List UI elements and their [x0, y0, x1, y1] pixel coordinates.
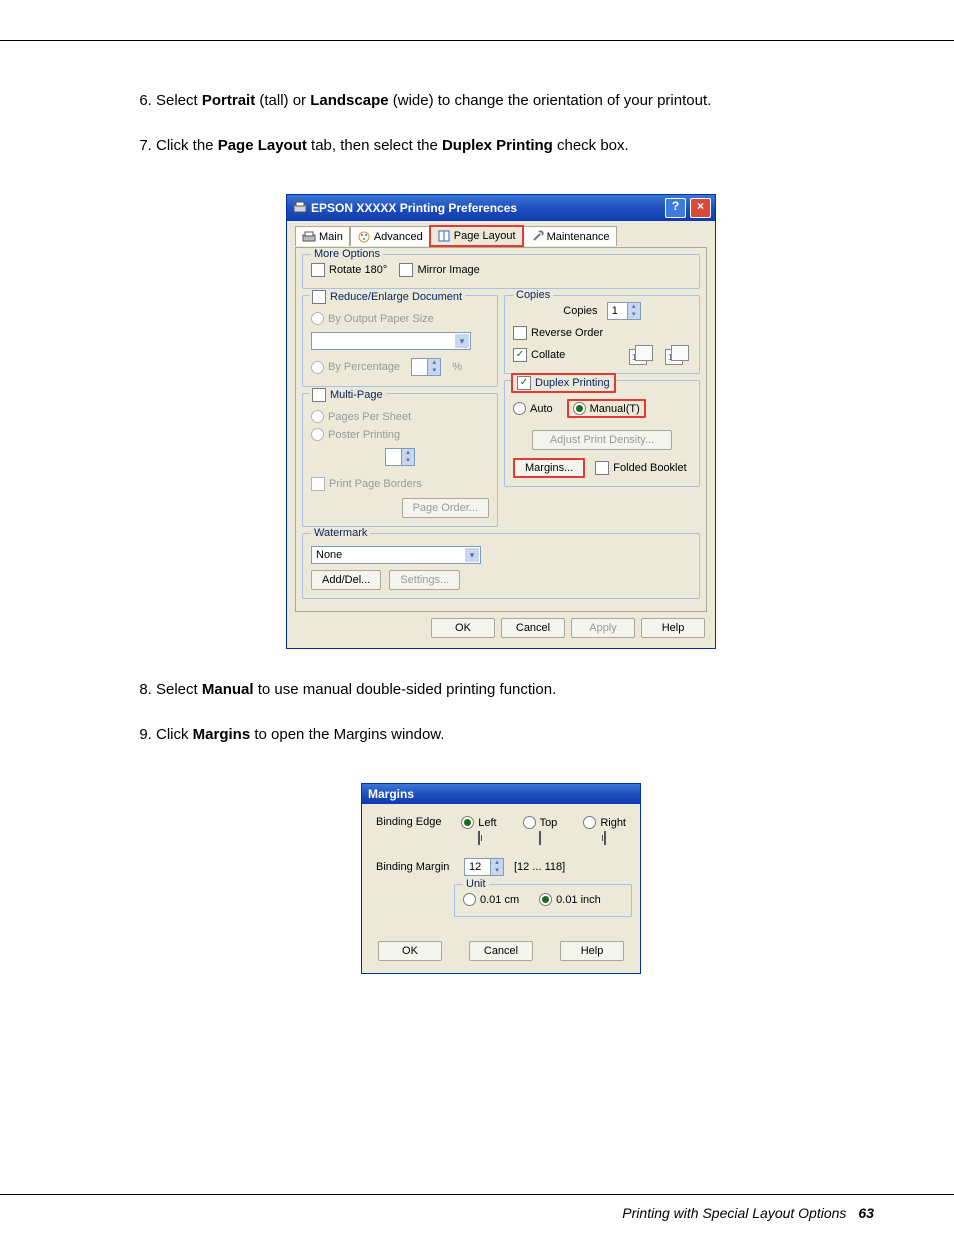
radio-icon	[523, 816, 536, 829]
close-titlebar-button[interactable]: ×	[690, 198, 711, 218]
titlebar[interactable]: Margins	[362, 784, 640, 804]
pages-per-sheet-radio[interactable]: Pages Per Sheet	[311, 410, 411, 423]
ok-button[interactable]: OK	[378, 941, 442, 961]
checkbox-icon	[595, 461, 609, 475]
watermark-combo[interactable]: None ▾	[311, 546, 481, 564]
titlebar[interactable]: EPSON XXXXX Printing Preferences ? ×	[287, 195, 715, 221]
title-text: EPSON XXXXX Printing Preferences	[311, 201, 661, 215]
radio-icon	[463, 893, 476, 906]
radio-icon	[311, 361, 324, 374]
chevron-down-icon: ▾	[465, 548, 479, 562]
duplex-manual-radio[interactable]: Manual(T)	[567, 399, 646, 418]
duplex-auto-radio[interactable]: Auto	[513, 402, 553, 415]
collate-checkbox[interactable]: ✓ Collate	[513, 348, 565, 362]
printing-preferences-dialog: EPSON XXXXX Printing Preferences ? × Mai…	[286, 194, 716, 649]
title-text: Margins	[368, 787, 636, 801]
binding-edge-label: Binding Edge	[376, 814, 451, 828]
radio-icon	[513, 402, 526, 415]
multipage-spinner[interactable]: ▴▾	[385, 448, 415, 466]
checkbox-icon	[513, 326, 527, 340]
group-unit: Unit 0.01 cm 0.01 inch	[454, 884, 632, 917]
collate-icon: 1 2 3	[629, 345, 655, 365]
radio-icon	[583, 816, 596, 829]
binding-right-radio[interactable]: Right	[583, 816, 626, 829]
binding-top-radio[interactable]: Top	[523, 816, 558, 829]
multi-page-checkbox[interactable]: Multi-Page	[309, 388, 386, 402]
poster-printing-radio[interactable]: Poster Printing	[311, 428, 400, 441]
cancel-button[interactable]: Cancel	[469, 941, 533, 961]
step-8: Select Manual to use manual double-sided…	[156, 679, 874, 700]
radio-icon	[311, 428, 324, 441]
by-output-paper-size-radio[interactable]: By Output Paper Size	[311, 312, 434, 325]
mirror-image-checkbox[interactable]: Mirror Image	[399, 263, 479, 277]
copies-spinner[interactable]: 1 ▴▾	[607, 302, 641, 320]
folded-booklet-checkbox[interactable]: Folded Booklet	[595, 461, 686, 475]
top-rule	[0, 40, 954, 41]
group-watermark: Watermark None ▾ Add/Del... Settings...	[302, 533, 700, 599]
tab-page-layout[interactable]: Page Layout	[430, 226, 523, 246]
duplex-printing-checkbox[interactable]: ✓ Duplex Printing	[511, 373, 616, 393]
chevron-down-icon: ▾	[455, 334, 469, 348]
unit-inch-radio[interactable]: 0.01 inch	[539, 893, 601, 906]
epson-icon	[293, 201, 307, 215]
margins-dialog: Margins Binding Edge Left	[361, 783, 641, 974]
page-footer: Printing with Special Layout Options63	[622, 1205, 874, 1221]
collate-icon: 1 2 3	[665, 345, 691, 365]
unit-cm-radio[interactable]: 0.01 cm	[463, 893, 519, 906]
binding-margin-label: Binding Margin	[376, 861, 454, 873]
group-reduce-enlarge: Reduce/Enlarge Document By Output Paper …	[302, 295, 498, 387]
binding-top-icon	[539, 831, 541, 845]
adjust-print-density-button[interactable]: Adjust Print Density...	[532, 430, 672, 450]
radio-icon	[573, 402, 586, 415]
help-button[interactable]: Help	[641, 618, 705, 638]
tab-maintenance[interactable]: Maintenance	[523, 226, 617, 246]
group-more-options: More Options Rotate 180° Mirror Image	[302, 254, 700, 289]
binding-left-icon	[478, 831, 480, 845]
checkbox-icon: ✓	[517, 376, 531, 390]
binding-left-radio[interactable]: Left	[461, 816, 496, 829]
step-9: Click Margins to open the Margins window…	[156, 724, 874, 745]
percentage-spinner[interactable]: ▴▾	[411, 358, 441, 376]
by-percentage-radio[interactable]: By Percentage ▴▾ %	[311, 358, 462, 376]
group-duplex-printing: ✓ Duplex Printing Auto	[504, 380, 700, 487]
step-7: Click the Page Layout tab, then select t…	[156, 135, 874, 156]
tab-advanced[interactable]: Advanced	[350, 226, 430, 246]
apply-button[interactable]: Apply	[571, 618, 635, 638]
reduce-enlarge-checkbox[interactable]: Reduce/Enlarge Document	[309, 290, 465, 304]
wrench-icon	[530, 230, 544, 244]
binding-right-icon	[604, 831, 606, 845]
radio-icon	[311, 312, 324, 325]
group-copies: Copies Copies 1 ▴▾	[504, 295, 700, 374]
page-order-button[interactable]: Page Order...	[402, 498, 489, 518]
help-titlebar-button[interactable]: ?	[665, 198, 686, 218]
checkbox-icon	[312, 388, 326, 402]
palette-icon	[357, 230, 371, 244]
checkbox-icon	[399, 263, 413, 277]
layout-icon	[437, 229, 451, 243]
reverse-order-checkbox[interactable]: Reverse Order	[513, 326, 603, 340]
range-label: [12 ... 118]	[514, 861, 565, 873]
rotate-180-checkbox[interactable]: Rotate 180°	[311, 263, 387, 277]
add-del-button[interactable]: Add/Del...	[311, 570, 381, 590]
checkbox-icon	[312, 290, 326, 304]
radio-icon	[461, 816, 474, 829]
tab-main[interactable]: Main	[295, 226, 350, 246]
watermark-settings-button[interactable]: Settings...	[389, 570, 460, 590]
radio-icon	[539, 893, 552, 906]
group-multi-page: Multi-Page Pages Per Sheet	[302, 393, 498, 527]
output-size-combo[interactable]: ▾	[311, 332, 471, 350]
checkbox-icon	[311, 477, 325, 491]
margins-button[interactable]: Margins...	[513, 458, 585, 478]
step-6: Select Portrait (tall) or Landscape (wid…	[156, 90, 874, 111]
help-button[interactable]: Help	[560, 941, 624, 961]
printer-icon	[302, 230, 316, 244]
checkbox-icon: ✓	[513, 348, 527, 362]
checkbox-icon	[311, 263, 325, 277]
cancel-button[interactable]: Cancel	[501, 618, 565, 638]
radio-icon	[311, 410, 324, 423]
ok-button[interactable]: OK	[431, 618, 495, 638]
bottom-rule	[0, 1194, 954, 1195]
binding-margin-spinner[interactable]: 12 ▴▾	[464, 858, 504, 876]
print-page-borders-checkbox[interactable]: Print Page Borders	[311, 477, 422, 491]
